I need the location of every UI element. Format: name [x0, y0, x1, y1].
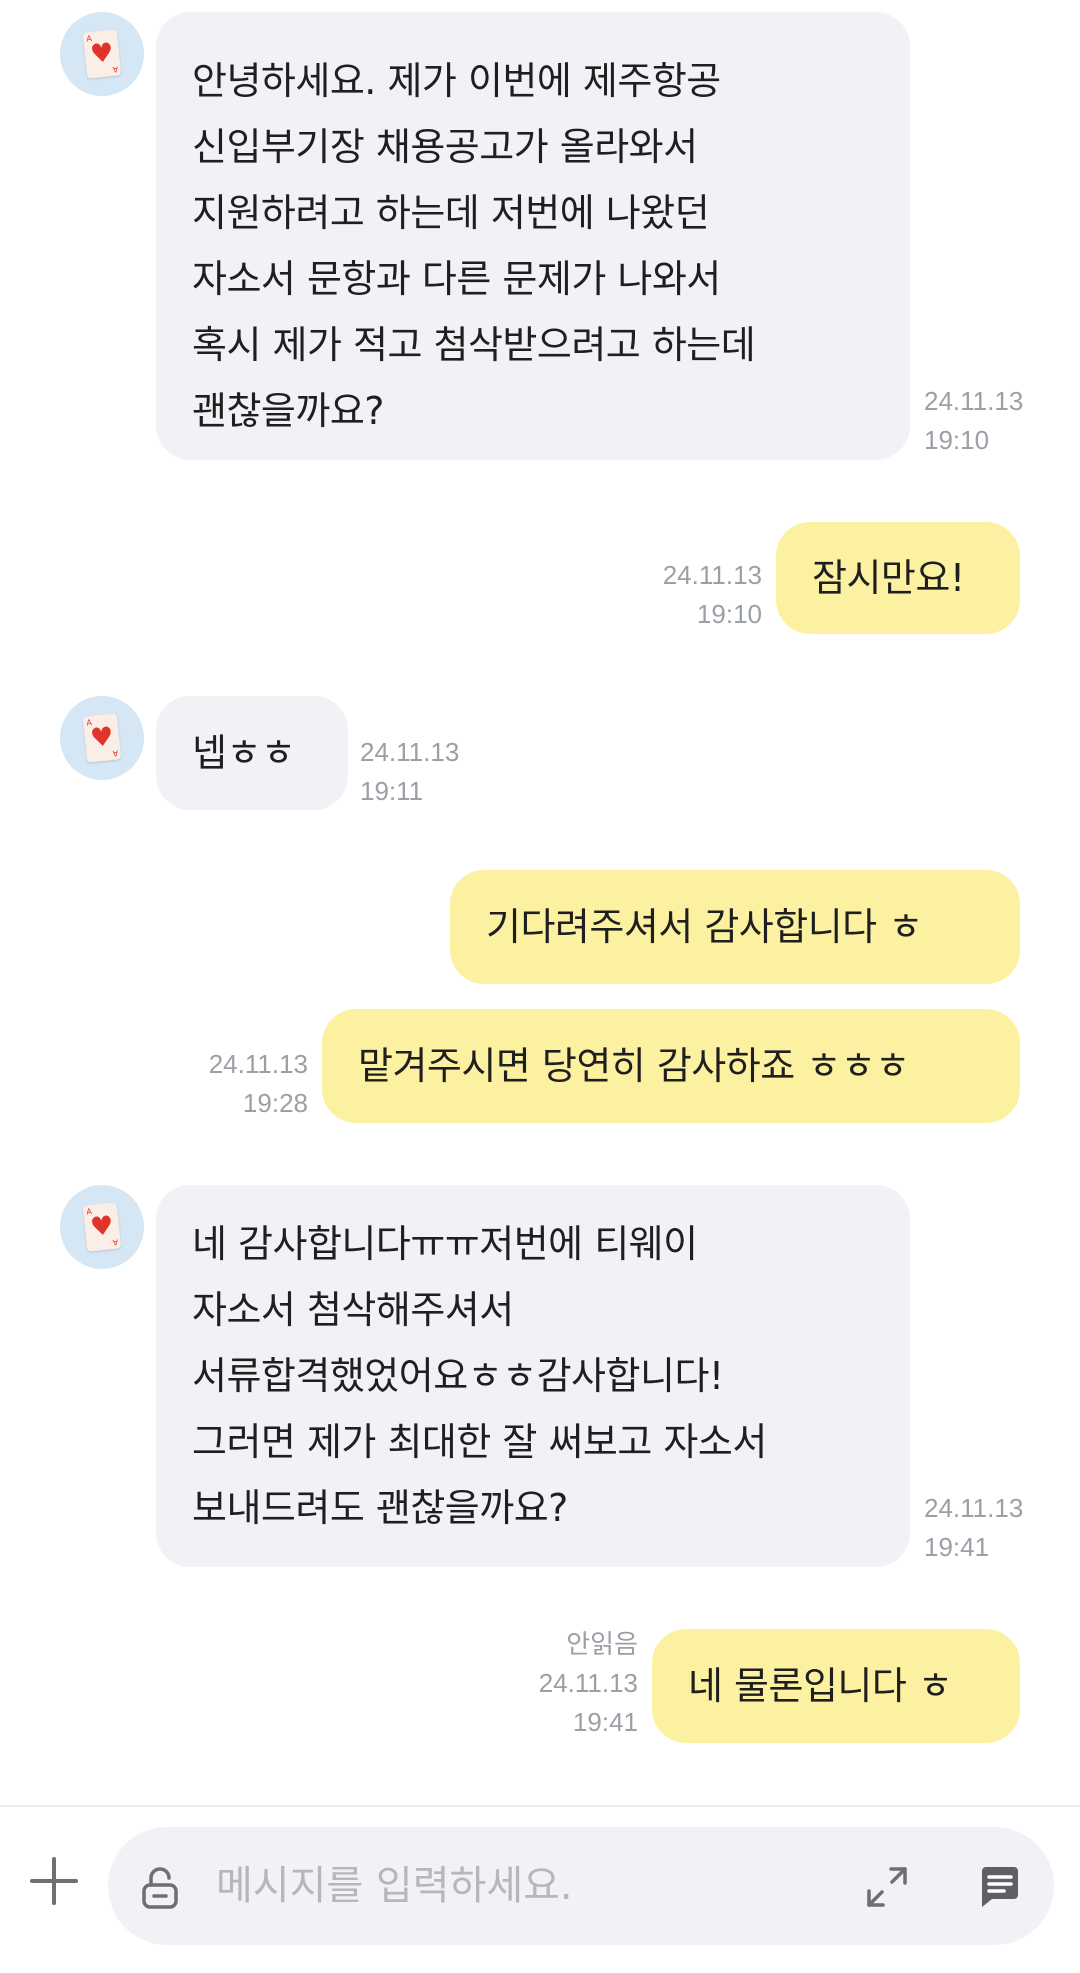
message-bubble-incoming[interactable]: 안녕하세요. 제가 이번에 제주항공 신입부기장 채용공고가 올라와서 지원하려…: [156, 12, 910, 460]
message-bubble-outgoing[interactable]: 잠시만요!: [776, 522, 1020, 634]
message-timestamp: 24.11.13 19:11: [360, 737, 460, 806]
playing-card-heart-icon: A ♥ A: [82, 1202, 122, 1252]
sender-avatar[interactable]: A ♥ A: [60, 12, 144, 96]
message-timestamp: 24.11.13 19:28: [208, 1049, 308, 1118]
message-timestamp: 24.11.13 19:10: [662, 560, 762, 629]
plus-icon[interactable]: [28, 1855, 80, 1907]
expand-icon[interactable]: [863, 1863, 911, 1911]
chat-thread: A ♥ A 안녕하세요. 제가 이번에 제주항공 신입부기장 채용공고가 올라와서 …: [0, 0, 1080, 1805]
message-timestamp: 안읽음 24.11.13 19:41: [520, 1625, 638, 1742]
playing-card-heart-icon: A ♥ A: [82, 713, 122, 763]
message-bubble-outgoing[interactable]: 기다려주셔서 감사합니다 ㅎ: [450, 870, 1020, 984]
sender-avatar[interactable]: A ♥ A: [60, 696, 144, 780]
message-bubble-incoming[interactable]: 네 감사합니다ㅠㅠ저번에 티웨이 자소서 첨삭해주셔서 서류합격했었어요ㅎㅎ감사…: [156, 1185, 910, 1567]
lock-icon[interactable]: [138, 1865, 182, 1909]
message-composer: [0, 1805, 1080, 1973]
message-bubble-incoming[interactable]: 넵ㅎㅎ: [156, 696, 348, 810]
unread-status: 안읽음: [566, 1629, 638, 1659]
message-timestamp: 24.11.13 19:10: [924, 386, 1024, 455]
message-input[interactable]: [216, 1827, 776, 1945]
message-input-container[interactable]: [108, 1827, 1054, 1945]
message-bubble-outgoing[interactable]: 네 물론입니다 ㅎ: [652, 1629, 1020, 1743]
sender-avatar[interactable]: A ♥ A: [60, 1185, 144, 1269]
message-timestamp: 24.11.13 19:41: [924, 1493, 1024, 1562]
playing-card-heart-icon: A ♥ A: [82, 29, 122, 79]
message-bubble-outgoing[interactable]: 맡겨주시면 당연히 감사하죠 ㅎㅎㅎ: [322, 1009, 1020, 1123]
send-icon[interactable]: [974, 1863, 1022, 1911]
